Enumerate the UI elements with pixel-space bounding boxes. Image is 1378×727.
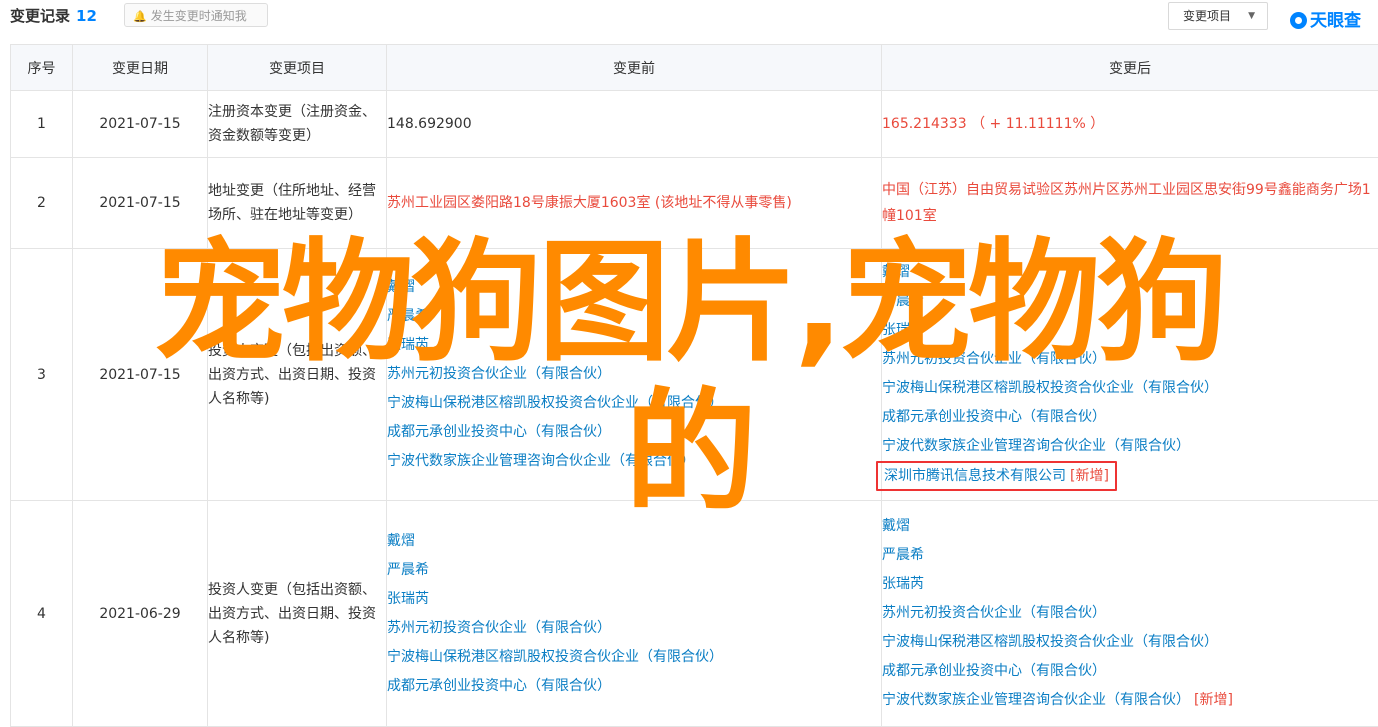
table-header-row: 序号 变更日期 变更项目 变更前 变更后 xyxy=(11,45,1378,91)
after-value: 中国（江苏）自由贸易试验区苏州片区苏州工业园区思安街99号鑫能商务广场1幢101… xyxy=(882,177,1378,229)
row-date: 2021-07-15 xyxy=(73,158,208,249)
investor-link[interactable]: 苏州元初投资合伙企业（有限合伙） xyxy=(387,614,881,643)
investor-link[interactable]: 严晨希 xyxy=(387,556,881,585)
row-date: 2021-07-15 xyxy=(73,91,208,158)
investor-link[interactable]: 成都元承创业投资中心（有限合伙） xyxy=(387,672,881,701)
row-number: 2 xyxy=(11,158,73,249)
bell-icon: 🔔 xyxy=(133,10,147,23)
row-change-item: 注册资本变更（注册资金、资金数额等变更） xyxy=(208,91,387,158)
column-header-no: 序号 xyxy=(11,45,73,91)
row-after: 165.214333 （ + 11.11111% ） xyxy=(882,91,1378,158)
row-date: 2021-06-29 xyxy=(73,501,208,727)
chevron-down-icon: ▼ xyxy=(1248,3,1255,29)
brand-logo[interactable]: 天眼查 xyxy=(1290,6,1361,31)
row-before: 戴熠 严晨希 张瑞芮 苏州元初投资合伙企业（有限合伙） 宁波梅山保税港区榕凯股权… xyxy=(387,501,882,727)
row-before: 戴熠 严晨希 张瑞芮 苏州元初投资合伙企业（有限合伙） 宁波梅山保税港区榕凯股权… xyxy=(387,249,882,501)
investor-link[interactable]: 严晨希 xyxy=(387,302,881,331)
row-number: 4 xyxy=(11,501,73,727)
investor-link[interactable]: 张瑞芮 xyxy=(882,570,1378,599)
investor-link[interactable]: 苏州元初投资合伙企业（有限合伙） xyxy=(882,345,1378,374)
before-value: 148.692900 xyxy=(387,112,881,136)
title-text: 变更记录 xyxy=(10,7,70,25)
before-value: 苏州工业园区娄阳路18号康振大厦1603室 (该地址不得从事零售) xyxy=(387,191,881,215)
row-change-item: 投资人变更（包括出资额、出资方式、出资日期、投资人名称等) xyxy=(208,249,387,501)
row-before: 苏州工业园区娄阳路18号康振大厦1603室 (该地址不得从事零售) xyxy=(387,158,882,249)
row-after: 戴熠 严晨希 张瑞芮 苏州元初投资合伙企业（有限合伙） 宁波梅山保税港区榕凯股权… xyxy=(882,501,1378,727)
row-after: 戴熠 严晨希 张瑞芮 苏州元初投资合伙企业（有限合伙） 宁波梅山保税港区榕凯股权… xyxy=(882,249,1378,501)
investor-link[interactable]: 苏州元初投资合伙企业（有限合伙） xyxy=(882,599,1378,628)
investor-link[interactable]: 戴熠 xyxy=(387,527,881,556)
investor-link[interactable]: 宁波梅山保税港区榕凯股权投资合伙企业（有限合伙） xyxy=(882,374,1378,403)
investor-link[interactable]: 严晨希 xyxy=(882,287,1378,316)
change-records-table: 序号 变更日期 变更项目 变更前 变更后 1 2021-07-15 注册资本变更… xyxy=(10,44,1378,727)
filter-label: 变更项目 xyxy=(1183,9,1231,23)
record-count: 12 xyxy=(76,7,97,25)
column-header-after: 变更后 xyxy=(882,45,1378,91)
row-change-item: 投资人变更（包括出资额、出资方式、出资日期、投资人名称等) xyxy=(208,501,387,727)
table-row: 1 2021-07-15 注册资本变更（注册资金、资金数额等变更） 148.69… xyxy=(11,91,1378,158)
row-date: 2021-07-15 xyxy=(73,249,208,501)
row-after: 中国（江苏）自由贸易试验区苏州片区苏州工业园区思安街99号鑫能商务广场1幢101… xyxy=(882,158,1378,249)
investor-link[interactable]: 张瑞芮 xyxy=(387,585,881,614)
investor-link[interactable]: 宁波梅山保税港区榕凯股权投资合伙企业（有限合伙） xyxy=(387,389,881,418)
investor-link[interactable]: 严晨希 xyxy=(882,541,1378,570)
row-number: 3 xyxy=(11,249,73,501)
notify-label: 发生变更时通知我 xyxy=(151,9,247,23)
table-row: 2 2021-07-15 地址变更（住所地址、经营场所、驻在地址等变更） 苏州工… xyxy=(11,158,1378,249)
notify-button[interactable]: 🔔 发生变更时通知我 xyxy=(124,3,268,27)
table-row: 3 2021-07-15 投资人变更（包括出资额、出资方式、出资日期、投资人名称… xyxy=(11,249,1378,501)
row-before: 148.692900 xyxy=(387,91,882,158)
investor-link[interactable]: 戴熠 xyxy=(882,258,1378,287)
investor-link[interactable]: 宁波代数家族企业管理咨询合伙企业（有限合伙） xyxy=(387,447,881,476)
investor-link[interactable]: 宁波梅山保税港区榕凯股权投资合伙企业（有限合伙） xyxy=(387,643,881,672)
investor-link[interactable]: 张瑞芮 xyxy=(387,331,881,360)
column-header-before: 变更前 xyxy=(387,45,882,91)
investor-link[interactable]: 深圳市腾讯信息技术有限公司 xyxy=(884,468,1066,484)
column-header-item: 变更项目 xyxy=(208,45,387,91)
new-tag: [新增] xyxy=(1070,468,1109,484)
row-change-item: 地址变更（住所地址、经营场所、驻在地址等变更） xyxy=(208,158,387,249)
investor-link[interactable]: 张瑞芮 xyxy=(882,316,1378,345)
brand-name: 天眼查 xyxy=(1310,11,1361,31)
column-header-date: 变更日期 xyxy=(73,45,208,91)
highlighted-new-investor: 深圳市腾讯信息技术有限公司[新增] xyxy=(876,461,1117,491)
header: 变更记录 12 🔔 发生变更时通知我 变更项目 ▼ 天眼查 xyxy=(0,0,1378,34)
row-number: 1 xyxy=(11,91,73,158)
investor-link[interactable]: 宁波代数家族企业管理咨询合伙企业（有限合伙） xyxy=(882,692,1190,708)
investor-link[interactable]: 戴熠 xyxy=(387,273,881,302)
new-tag: [新增] xyxy=(1194,692,1233,708)
page-title: 变更记录 12 xyxy=(10,5,97,26)
tianyancha-logo-icon xyxy=(1290,12,1307,29)
after-value: 165.214333 （ + 11.11111% ） xyxy=(882,112,1378,136)
investor-link[interactable]: 成都元承创业投资中心（有限合伙） xyxy=(882,657,1378,686)
investor-link[interactable]: 宁波代数家族企业管理咨询合伙企业（有限合伙） xyxy=(882,432,1378,461)
investor-link[interactable]: 戴熠 xyxy=(882,512,1378,541)
investor-link[interactable]: 成都元承创业投资中心（有限合伙） xyxy=(387,418,881,447)
table-row: 4 2021-06-29 投资人变更（包括出资额、出资方式、出资日期、投资人名称… xyxy=(11,501,1378,727)
change-item-filter[interactable]: 变更项目 ▼ xyxy=(1168,2,1268,30)
investor-link[interactable]: 苏州元初投资合伙企业（有限合伙） xyxy=(387,360,881,389)
investor-link[interactable]: 宁波梅山保税港区榕凯股权投资合伙企业（有限合伙） xyxy=(882,628,1378,657)
investor-link[interactable]: 成都元承创业投资中心（有限合伙） xyxy=(882,403,1378,432)
